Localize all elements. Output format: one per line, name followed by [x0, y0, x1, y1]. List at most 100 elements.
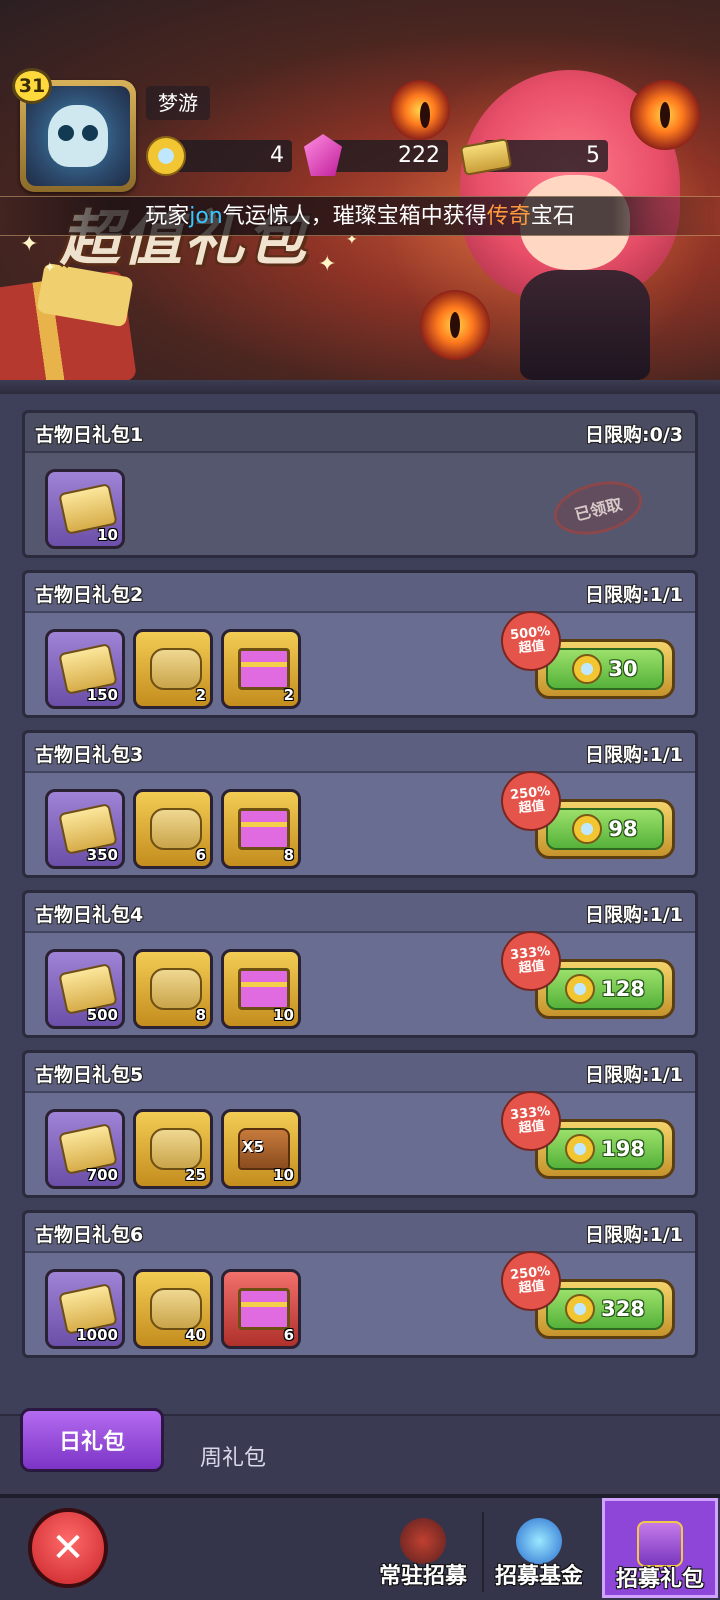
reward-quantity: 2 [283, 686, 294, 704]
reward-quantity: 8 [283, 846, 294, 864]
value-label: 超值 [517, 638, 546, 657]
coin-counter: 4 [168, 140, 292, 172]
coin-icon [146, 136, 186, 176]
reward-quantity: 150 [86, 686, 118, 704]
reward-item[interactable]: 25 [133, 1109, 213, 1189]
nav-standard-recruit[interactable]: 常驻招募 [368, 1498, 478, 1598]
reward-quantity: 500 [86, 1006, 118, 1024]
value-label: 超值 [517, 798, 546, 817]
stone-icon [150, 968, 202, 1010]
reward-item[interactable]: 2 [133, 629, 213, 709]
reward-item[interactable]: 8 [133, 949, 213, 1029]
chest-icon [238, 968, 290, 1010]
news-player: jon [189, 204, 223, 229]
package-title: 古物日礼包4 [35, 904, 144, 926]
price-label: 198 [601, 1137, 645, 1161]
news-ticker: 玩家jon气运惊人，璀璨宝箱中获得传奇宝石 [0, 196, 720, 236]
reward-item[interactable]: 6 [133, 789, 213, 869]
multiplier-tag: X5 [242, 1138, 265, 1156]
coin-icon [565, 1134, 596, 1164]
player-name: 梦游 [146, 86, 210, 120]
package-card[interactable]: 古物日礼包1 日限购:0/3 10 已领取 [22, 410, 698, 558]
stone-icon [150, 1288, 202, 1330]
character-body [520, 270, 650, 380]
reward-quantity: 40 [185, 1326, 206, 1344]
reward-quantity: 8 [195, 1006, 206, 1024]
reward-item[interactable]: 500 [45, 949, 125, 1029]
package-card[interactable]: 古物日礼包3 日限购:1/1 350 6 8 98 250% 超值 [22, 730, 698, 878]
reward-item[interactable]: 10 [45, 469, 125, 549]
package-title: 古物日礼包1 [35, 424, 144, 446]
tab-daily-pack[interactable]: 日礼包 [20, 1408, 164, 1472]
price-label: 30 [608, 657, 638, 681]
package-card[interactable]: 古物日礼包5 日限购:1/1 700 25 X5 10 198 333% 超值 [22, 1050, 698, 1198]
reward-quantity: 10 [97, 526, 118, 544]
reward-quantity: 1000 [76, 1326, 118, 1344]
value-label: 超值 [517, 1118, 546, 1137]
tab-weekly-pack[interactable]: 周礼包 [200, 1440, 266, 1472]
package-card[interactable]: 古物日礼包2 日限购:1/1 150 2 2 30 500% 超值 [22, 570, 698, 718]
coin-icon [565, 974, 596, 1004]
reward-quantity: 700 [86, 1166, 118, 1184]
news-middle: 气运惊人，璀璨宝箱中获得 [222, 204, 487, 229]
reward-item[interactable]: 8 [221, 789, 301, 869]
reward-item[interactable]: 2 [221, 629, 301, 709]
package-daily-limit: 日限购:1/1 [585, 744, 683, 766]
nav-recruit-pack[interactable]: 招募礼包 [602, 1498, 718, 1598]
chest-icon [238, 648, 290, 690]
gem-counter: 222 [324, 140, 448, 172]
coin-icon [565, 1294, 596, 1324]
claimed-stamp: 已领取 [548, 472, 648, 544]
package-daily-limit: 日限购:1/1 [585, 1064, 683, 1086]
value-label: 超值 [517, 1278, 546, 1297]
news-highlight: 传奇 [486, 204, 531, 229]
package-daily-limit: 日限购:1/1 [585, 904, 683, 926]
sparkle-icon: ✦ [318, 252, 337, 277]
sparkle-icon: ✦ [44, 260, 56, 276]
package-title: 古物日礼包3 [35, 744, 144, 766]
banner-divider [0, 380, 720, 394]
reward-quantity: 10 [273, 1006, 294, 1024]
package-daily-limit: 日限购:0/3 [585, 424, 683, 446]
package-card[interactable]: 古物日礼包6 日限购:1/1 1000 40 6 328 250% 超值 [22, 1210, 698, 1358]
chest-icon [238, 808, 290, 850]
package-daily-limit: 日限购:1/1 [585, 584, 683, 606]
reward-quantity: 2 [195, 686, 206, 704]
package-card[interactable]: 古物日礼包4 日限购:1/1 500 8 10 128 333% 超值 [22, 890, 698, 1038]
reward-item[interactable]: X5 10 [221, 1109, 301, 1189]
skull-avatar-icon [48, 105, 108, 167]
package-title: 古物日礼包6 [35, 1224, 144, 1246]
close-button[interactable]: ✕ [28, 1508, 108, 1588]
reward-item[interactable]: 6 [221, 1269, 301, 1349]
price-label: 328 [601, 1297, 645, 1321]
level-badge: 31 [12, 68, 52, 104]
nav-label: 招募基金 [494, 1564, 583, 1589]
reward-quantity: 10 [273, 1166, 294, 1184]
chest-icon [238, 1288, 290, 1330]
value-label: 超值 [517, 958, 546, 977]
coin-icon [572, 654, 603, 684]
stone-icon [150, 1128, 202, 1170]
reward-item[interactable]: 1000 [45, 1269, 125, 1349]
reward-quantity: 6 [195, 846, 206, 864]
fire-orb-icon [420, 290, 490, 360]
coin-icon [572, 814, 603, 844]
nav-label: 常驻招募 [378, 1564, 467, 1589]
reward-item[interactable]: 150 [45, 629, 125, 709]
reward-item[interactable]: 700 [45, 1109, 125, 1189]
news-suffix: 宝石 [530, 204, 575, 229]
reward-item[interactable]: 40 [133, 1269, 213, 1349]
reward-quantity: 25 [185, 1166, 206, 1184]
package-title: 古物日礼包5 [35, 1064, 144, 1086]
package-title: 古物日礼包2 [35, 584, 144, 606]
nav-recruit-fund[interactable]: 招募基金 [484, 1498, 594, 1598]
reward-quantity: 6 [283, 1326, 294, 1344]
price-label: 128 [601, 977, 645, 1001]
reward-quantity: 350 [86, 846, 118, 864]
news-prefix: 玩家 [145, 204, 190, 229]
close-icon: ✕ [51, 1525, 85, 1571]
fire-orb-icon [630, 80, 700, 150]
stone-icon [150, 808, 202, 850]
reward-item[interactable]: 350 [45, 789, 125, 869]
reward-item[interactable]: 10 [221, 949, 301, 1029]
